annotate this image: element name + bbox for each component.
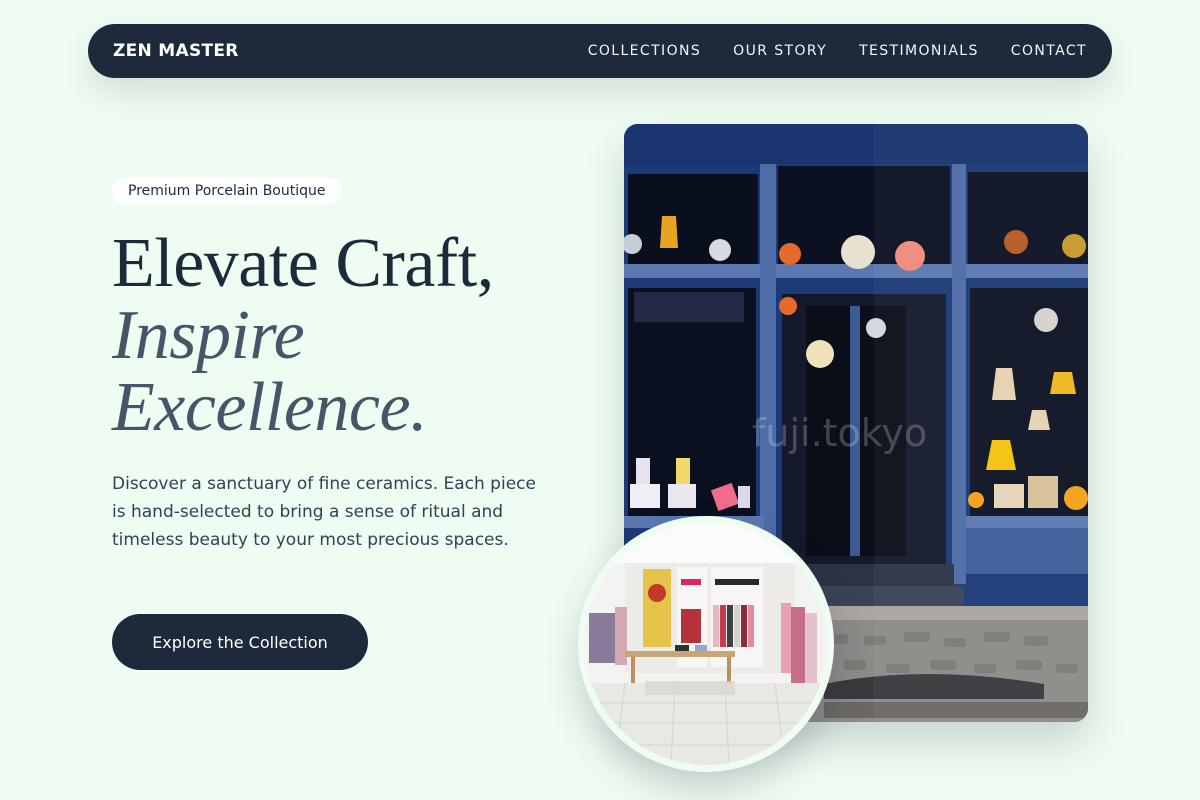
explore-collection-button[interactable]: Explore the Collection: [112, 614, 368, 670]
nav-link-testimonials[interactable]: TESTIMONIALS: [859, 43, 979, 59]
hero-badge: Premium Porcelain Boutique: [112, 178, 342, 204]
nav-link-contact[interactable]: CONTACT: [1011, 43, 1087, 59]
brand-logo[interactable]: ZEN MASTER: [113, 41, 239, 61]
nav-link-our-story[interactable]: OUR STORY: [733, 43, 827, 59]
headline-line-3: Excellence.: [112, 369, 428, 446]
hero-headline: Elevate Craft, Inspire Excellence.: [112, 228, 582, 444]
top-navbar: ZEN MASTER COLLECTIONS OUR STORY TESTIMO…: [88, 24, 1112, 78]
hero-description: Discover a sanctuary of fine ceramics. E…: [112, 474, 536, 550]
nav-links: COLLECTIONS OUR STORY TESTIMONIALS CONTA…: [588, 43, 1087, 59]
nav-link-collections[interactable]: COLLECTIONS: [588, 43, 701, 59]
store-interior-image: [578, 516, 834, 772]
headline-line-2: Inspire: [112, 297, 305, 374]
headline-line-1: Elevate Craft,: [112, 225, 494, 302]
